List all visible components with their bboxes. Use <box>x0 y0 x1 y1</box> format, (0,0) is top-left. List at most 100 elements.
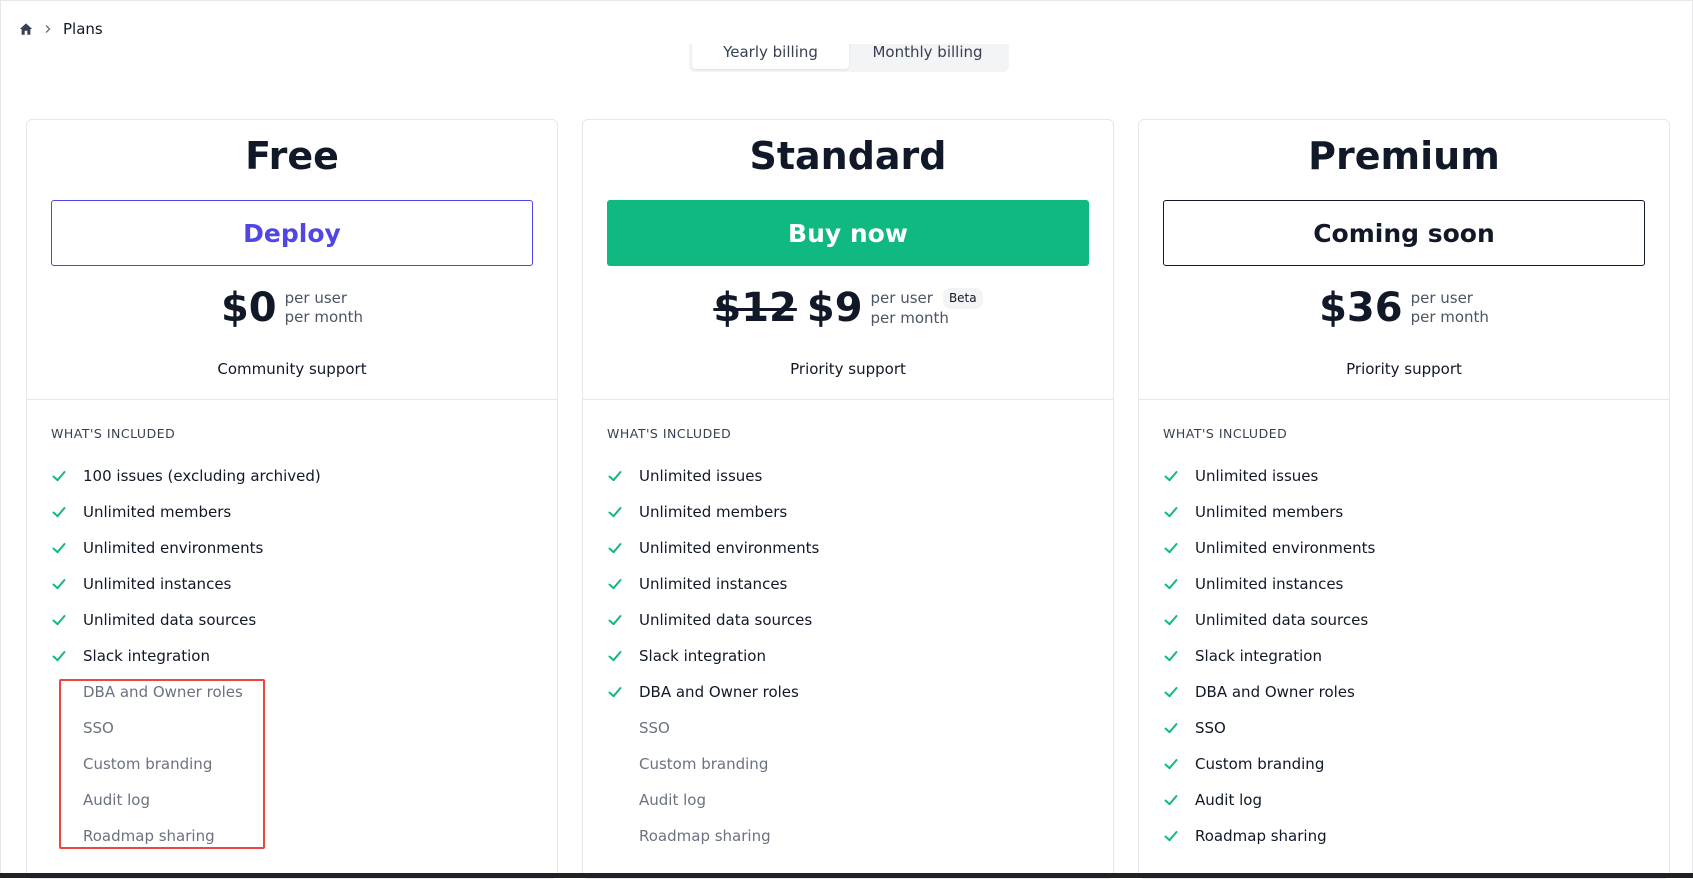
feature-label: Unlimited issues <box>1195 467 1319 485</box>
whats-included-heading: WHAT'S INCLUDED <box>607 426 732 441</box>
feature-label: Unlimited instances <box>83 575 232 593</box>
feature-item: Roadmap sharing <box>51 818 533 854</box>
feature-item: Slack integration <box>51 638 533 674</box>
check-icon <box>1163 754 1195 774</box>
feature-label: Audit log <box>83 791 150 809</box>
old-price: $12 <box>713 285 797 331</box>
plan-card-premium: Premium Coming soon $36 per user per mon… <box>1138 119 1670 879</box>
feature-item: Unlimited environments <box>51 530 533 566</box>
chevron-right-icon <box>43 24 53 34</box>
feature-item: Unlimited members <box>51 494 533 530</box>
feature-spacer <box>51 826 83 846</box>
feature-item: Slack integration <box>1163 638 1645 674</box>
feature-label: Unlimited data sources <box>1195 611 1369 629</box>
feature-item: DBA and Owner roles <box>607 674 1089 710</box>
check-icon <box>607 502 639 522</box>
support-level: Priority support <box>1346 360 1462 378</box>
feature-item: SSO <box>1163 710 1645 746</box>
check-icon <box>607 538 639 558</box>
plan-name: Free <box>245 134 339 178</box>
feature-label: Unlimited members <box>1195 503 1344 521</box>
feature-item: Custom branding <box>607 746 1089 782</box>
beta-badge: Beta <box>942 288 983 309</box>
feature-item: Slack integration <box>607 638 1089 674</box>
price-unit: per user per month <box>1411 289 1489 327</box>
check-icon <box>1163 502 1195 522</box>
feature-label: Roadmap sharing <box>83 827 215 845</box>
feature-item: Audit log <box>607 782 1089 818</box>
bottom-edge <box>0 873 1693 878</box>
feature-item: Unlimited members <box>1163 494 1645 530</box>
feature-item: SSO <box>607 710 1089 746</box>
feature-label: Unlimited environments <box>83 539 264 557</box>
feature-item: Unlimited environments <box>607 530 1089 566</box>
price-row: $36 per user per month <box>1139 286 1669 330</box>
plans-grid: Free Deploy $0 per user per month Commun… <box>26 119 1670 879</box>
feature-label: Unlimited issues <box>639 467 763 485</box>
check-icon <box>1163 718 1195 738</box>
feature-label: SSO <box>1195 719 1226 737</box>
feature-item: Unlimited data sources <box>1163 602 1645 638</box>
check-icon <box>607 610 639 630</box>
feature-spacer <box>51 790 83 810</box>
per-user-label: per user <box>1410 289 1473 307</box>
feature-spacer <box>607 754 639 774</box>
feature-spacer <box>607 790 639 810</box>
plan-name: Standard <box>749 134 947 178</box>
coming-soon-button[interactable]: Coming soon <box>1163 200 1645 266</box>
feature-item: DBA and Owner roles <box>1163 674 1645 710</box>
support-level: Community support <box>217 360 367 378</box>
feature-label: DBA and Owner roles <box>1195 683 1355 701</box>
feature-item: Unlimited environments <box>1163 530 1645 566</box>
feature-spacer <box>51 682 83 702</box>
feature-label: Roadmap sharing <box>639 827 771 845</box>
feature-item: SSO <box>51 710 533 746</box>
feature-label: 100 issues (excluding archived) <box>83 467 321 485</box>
feature-label: DBA and Owner roles <box>639 683 799 701</box>
header-mask <box>680 20 1020 44</box>
feature-spacer <box>51 754 83 774</box>
deploy-button[interactable]: Deploy <box>51 200 533 266</box>
support-level: Priority support <box>790 360 906 378</box>
feature-label: SSO <box>639 719 670 737</box>
feature-item: Unlimited data sources <box>51 602 533 638</box>
feature-label: Roadmap sharing <box>1195 827 1327 845</box>
home-icon[interactable] <box>19 22 33 36</box>
breadcrumb: Plans <box>19 19 103 39</box>
buy-now-button[interactable]: Buy now <box>607 200 1089 266</box>
check-icon <box>51 538 83 558</box>
per-month-label: per month <box>1410 308 1489 326</box>
check-icon <box>1163 646 1195 666</box>
feature-label: Audit log <box>1195 791 1262 809</box>
feature-item: Unlimited members <box>607 494 1089 530</box>
whats-included-heading: WHAT'S INCLUDED <box>1163 426 1288 441</box>
check-icon <box>1163 538 1195 558</box>
check-icon <box>607 466 639 486</box>
feature-label: Unlimited instances <box>1195 575 1344 593</box>
feature-label: Unlimited members <box>83 503 232 521</box>
check-icon <box>1163 790 1195 810</box>
feature-item: Audit log <box>1163 782 1645 818</box>
feature-label: DBA and Owner roles <box>83 683 243 701</box>
price-unit: per user Beta per month <box>871 288 983 328</box>
feature-item: Audit log <box>51 782 533 818</box>
feature-item: Unlimited instances <box>51 566 533 602</box>
check-icon <box>1163 610 1195 630</box>
plan-name: Premium <box>1308 134 1500 178</box>
per-month-label: per month <box>870 309 949 327</box>
feature-label: Audit log <box>639 791 706 809</box>
breadcrumb-current: Plans <box>63 20 103 38</box>
price-unit: per user per month <box>285 289 363 327</box>
check-icon <box>51 502 83 522</box>
feature-label: Unlimited environments <box>639 539 820 557</box>
check-icon <box>1163 682 1195 702</box>
check-icon <box>51 646 83 666</box>
price: $36 <box>1319 285 1403 331</box>
feature-label: Slack integration <box>83 647 210 665</box>
feature-label: Unlimited data sources <box>83 611 257 629</box>
feature-list: Unlimited issues Unlimited members Unlimit… <box>1163 458 1645 854</box>
feature-item: Unlimited data sources <box>607 602 1089 638</box>
feature-spacer <box>51 718 83 738</box>
feature-item: DBA and Owner roles <box>51 674 533 710</box>
feature-item: Unlimited instances <box>607 566 1089 602</box>
